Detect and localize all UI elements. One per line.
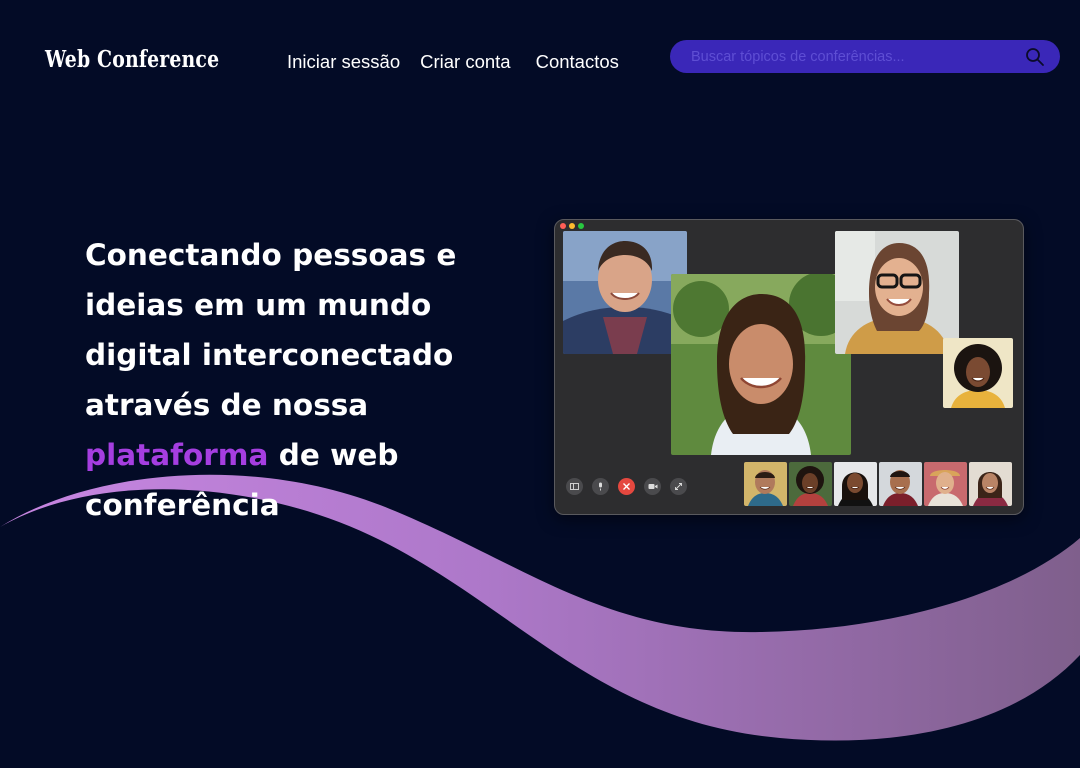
participant-thumbnail[interactable] xyxy=(924,462,967,506)
window-maximize-dot xyxy=(578,223,584,229)
hero-heading: Conectando pessoas e ideias em um mundo … xyxy=(85,230,505,530)
site-logo[interactable]: Web Conference xyxy=(45,46,219,73)
mute-button[interactable] xyxy=(592,478,609,495)
page: Web Conference Iniciar sessão Criar cont… xyxy=(0,0,1080,768)
participant-tile xyxy=(563,231,687,354)
window-minimize-dot xyxy=(569,223,575,229)
fullscreen-icon xyxy=(675,483,682,490)
participant-tile xyxy=(835,231,959,354)
camera-toggle-button[interactable] xyxy=(644,478,661,495)
sidebar-icon xyxy=(570,483,579,490)
participant-thumbnail[interactable] xyxy=(969,462,1012,506)
fullscreen-button[interactable] xyxy=(670,478,687,495)
sidebar-toggle-button[interactable] xyxy=(566,478,583,495)
camera-icon xyxy=(648,484,657,489)
end-call-button[interactable] xyxy=(618,478,635,495)
search-input[interactable] xyxy=(691,48,1024,65)
participant-thumbnail[interactable] xyxy=(744,462,787,506)
end-call-icon xyxy=(623,483,630,490)
window-close-dot xyxy=(560,223,566,229)
participant-photo xyxy=(943,338,1013,408)
participant-thumbnail[interactable] xyxy=(834,462,877,506)
main-nav: Iniciar sessão Criar conta Contactos xyxy=(287,51,619,73)
participant-photo xyxy=(563,231,687,354)
search-bar xyxy=(670,40,1060,73)
active-speaker-tile xyxy=(671,274,851,455)
participant-photo xyxy=(835,231,959,354)
nav-register-link[interactable]: Criar conta xyxy=(420,51,510,73)
hero-highlight: plataforma xyxy=(85,438,269,472)
mute-icon xyxy=(599,482,602,491)
hero-text-start: Conectando pessoas e ideias em um mundo … xyxy=(85,238,457,422)
search-icon[interactable] xyxy=(1024,46,1046,68)
video-call-mockup xyxy=(554,219,1024,515)
nav-contacts-link[interactable]: Contactos xyxy=(536,51,619,73)
participant-thumbnail[interactable] xyxy=(789,462,832,506)
nav-login-link[interactable]: Iniciar sessão xyxy=(287,51,400,73)
window-controls xyxy=(560,223,584,229)
participant-thumbnail[interactable] xyxy=(879,462,922,506)
participant-tile xyxy=(943,338,1013,408)
participant-photo xyxy=(671,274,851,455)
